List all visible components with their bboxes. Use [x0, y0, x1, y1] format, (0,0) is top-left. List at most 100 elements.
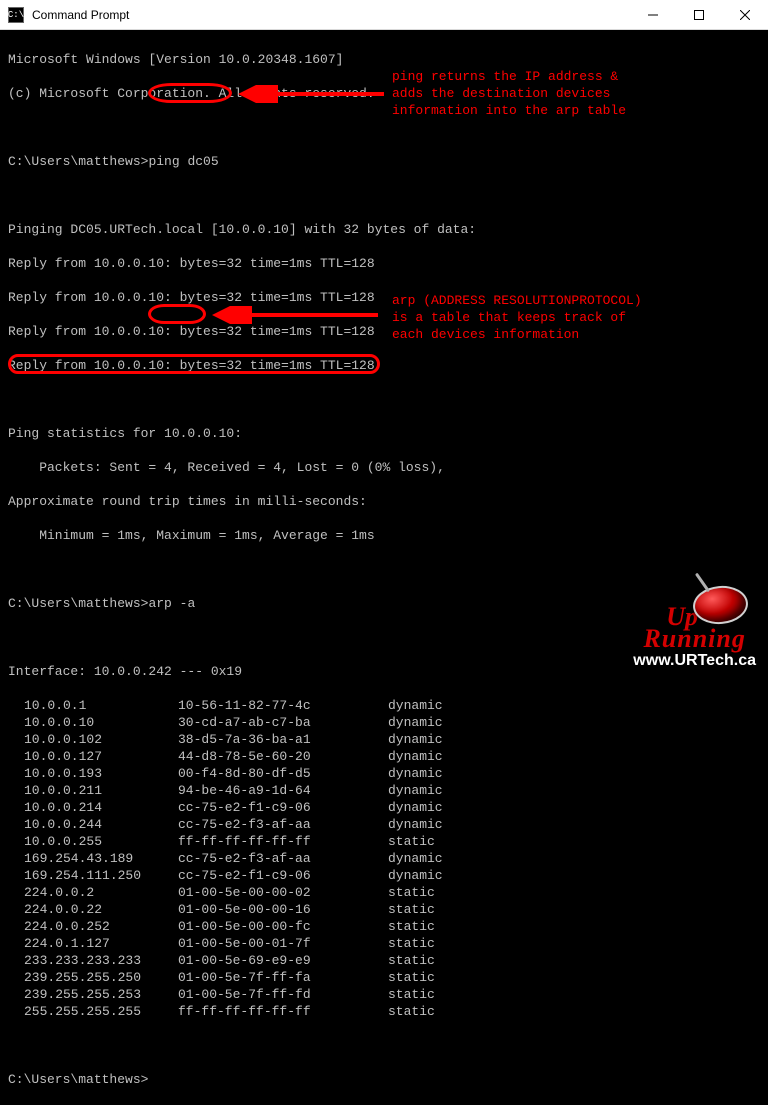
arp-type: dynamic	[388, 867, 443, 884]
window-title: Command Prompt	[32, 8, 129, 22]
arp-annotation: arp (ADDRESS RESOLUTIONPROTOCOL) is a ta…	[392, 292, 642, 343]
arp-table-row: 10.0.0.255ff-ff-ff-ff-ff-ffstatic	[8, 833, 762, 850]
arp-ip: 10.0.0.102	[8, 731, 178, 748]
arp-type: static	[388, 1003, 435, 1020]
arp-table-row: 224.0.0.25201-00-5e-00-00-fcstatic	[8, 918, 762, 935]
arp-table-row: 233.233.233.23301-00-5e-69-e9-e9static	[8, 952, 762, 969]
arp-ip: 239.255.255.250	[8, 969, 178, 986]
arp-mac: 01-00-5e-69-e9-e9	[178, 952, 388, 969]
arp-mac: 38-d5-7a-36-ba-a1	[178, 731, 388, 748]
arp-ip: 233.233.233.233	[8, 952, 178, 969]
arp-type: static	[388, 833, 435, 850]
ping-reply: Reply from 10.0.0.10: bytes=32 time=1ms …	[8, 255, 762, 272]
ping-packets: Packets: Sent = 4, Received = 4, Lost = …	[8, 459, 762, 476]
arp-ip: 10.0.0.1	[8, 697, 178, 714]
arp-type: static	[388, 901, 435, 918]
arp-ip: 10.0.0.255	[8, 833, 178, 850]
ping-annotation: ping returns the IP address & adds the d…	[392, 68, 626, 119]
arp-type: dynamic	[388, 850, 443, 867]
arp-type: dynamic	[388, 714, 443, 731]
ping-reply: Reply from 10.0.0.10: bytes=32 time=1ms …	[8, 323, 762, 340]
arp-mac: cc-75-e2-f3-af-aa	[178, 850, 388, 867]
arp-mac: 44-d8-78-5e-60-20	[178, 748, 388, 765]
final-prompt-line[interactable]: C:\Users\matthews>	[8, 1071, 762, 1088]
arp-ip: 10.0.0.211	[8, 782, 178, 799]
arp-type: dynamic	[388, 731, 443, 748]
prompt: C:\Users\matthews>	[8, 154, 148, 169]
arp-ip: 10.0.0.10	[8, 714, 178, 731]
arp-type: static	[388, 986, 435, 1003]
arp-table-row: 10.0.0.244cc-75-e2-f3-af-aadynamic	[8, 816, 762, 833]
arp-table-row: 10.0.0.12744-d8-78-5e-60-20dynamic	[8, 748, 762, 765]
maximize-button[interactable]	[676, 0, 722, 29]
arp-ip: 10.0.0.214	[8, 799, 178, 816]
arp-mac: 01-00-5e-00-01-7f	[178, 935, 388, 952]
arp-type: dynamic	[388, 799, 443, 816]
ping-rt-header: Approximate round trip times in milli-se…	[8, 493, 762, 510]
arp-type: dynamic	[388, 816, 443, 833]
arp-table-row: 224.0.1.12701-00-5e-00-01-7fstatic	[8, 935, 762, 952]
arp-ip: 169.254.111.250	[8, 867, 178, 884]
prompt: C:\Users\matthews>	[8, 596, 148, 611]
cmd-icon: C:\	[8, 7, 24, 23]
arp-table-row: 169.254.43.189cc-75-e2-f3-af-aadynamic	[8, 850, 762, 867]
terminal-output[interactable]: Microsoft Windows [Version 10.0.20348.16…	[0, 30, 768, 1105]
arp-ip: 239.255.255.253	[8, 986, 178, 1003]
arp-mac: ff-ff-ff-ff-ff-ff	[178, 1003, 388, 1020]
ping-header: Pinging DC05.URTech.local [10.0.0.10] wi…	[8, 221, 762, 238]
ping-reply: Reply from 10.0.0.10: bytes=32 time=1ms …	[8, 357, 762, 374]
arp-mac: 94-be-46-a9-1d-64	[178, 782, 388, 799]
arp-type: dynamic	[388, 782, 443, 799]
arp-mac: 01-00-5e-7f-ff-fa	[178, 969, 388, 986]
arp-interface-line: Interface: 10.0.0.242 --- 0x19	[8, 663, 762, 680]
arp-mac: 01-00-5e-00-00-16	[178, 901, 388, 918]
prompt: C:\Users\matthews>	[8, 1072, 148, 1087]
arp-mac: 30-cd-a7-ab-c7-ba	[178, 714, 388, 731]
arp-table-row: 224.0.0.201-00-5e-00-00-02static	[8, 884, 762, 901]
arp-ip: 224.0.0.22	[8, 901, 178, 918]
arp-table-row: 10.0.0.110-56-11-82-77-4cdynamic	[8, 697, 762, 714]
arp-mac: 01-00-5e-7f-ff-fd	[178, 986, 388, 1003]
arp-mac: cc-75-e2-f3-af-aa	[178, 816, 388, 833]
window-controls	[630, 0, 768, 29]
arp-mac: cc-75-e2-f1-c9-06	[178, 799, 388, 816]
ping-command-line: C:\Users\matthews>ping dc05	[8, 153, 762, 170]
arp-table-row: 224.0.0.2201-00-5e-00-00-16static	[8, 901, 762, 918]
ping-reply: Reply from 10.0.0.10: bytes=32 time=1ms …	[8, 289, 762, 306]
arp-table-row: 255.255.255.255ff-ff-ff-ff-ff-ffstatic	[8, 1003, 762, 1020]
arp-table-row: 239.255.255.25301-00-5e-7f-ff-fdstatic	[8, 986, 762, 1003]
arp-mac: 00-f4-8d-80-df-d5	[178, 765, 388, 782]
arp-type: dynamic	[388, 748, 443, 765]
ping-stats-header: Ping statistics for 10.0.0.10:	[8, 425, 762, 442]
arp-mac: cc-75-e2-f1-c9-06	[178, 867, 388, 884]
os-version-line: Microsoft Windows [Version 10.0.20348.16…	[8, 51, 762, 68]
arp-ip: 10.0.0.193	[8, 765, 178, 782]
arp-type: static	[388, 952, 435, 969]
arp-table-row: 10.0.0.10238-d5-7a-36-ba-a1dynamic	[8, 731, 762, 748]
arp-mac: 01-00-5e-00-00-fc	[178, 918, 388, 935]
arp-type: static	[388, 935, 435, 952]
arp-ip: 10.0.0.127	[8, 748, 178, 765]
minimize-button[interactable]	[630, 0, 676, 29]
copyright-line: (c) Microsoft Corporation. All rights re…	[8, 85, 762, 102]
ping-command: ping dc05	[148, 154, 218, 169]
ping-rt-values: Minimum = 1ms, Maximum = 1ms, Average = …	[8, 527, 762, 544]
arp-ip: 10.0.0.244	[8, 816, 178, 833]
arp-mac: 01-00-5e-00-00-02	[178, 884, 388, 901]
arp-table-row: 169.254.111.250cc-75-e2-f1-c9-06dynamic	[8, 867, 762, 884]
arp-table-row: 10.0.0.19300-f4-8d-80-df-d5dynamic	[8, 765, 762, 782]
arp-type: dynamic	[388, 765, 443, 782]
arp-ip: 255.255.255.255	[8, 1003, 178, 1020]
arp-command: arp -a	[148, 596, 195, 611]
arp-ip: 224.0.0.252	[8, 918, 178, 935]
arp-table-row: 10.0.0.214cc-75-e2-f1-c9-06dynamic	[8, 799, 762, 816]
arp-table-row: 239.255.255.25001-00-5e-7f-ff-fastatic	[8, 969, 762, 986]
arp-table-row: 10.0.0.1030-cd-a7-ab-c7-badynamic	[8, 714, 762, 731]
arp-ip: 224.0.1.127	[8, 935, 178, 952]
arp-type: dynamic	[388, 697, 443, 714]
close-button[interactable]	[722, 0, 768, 29]
arp-type: static	[388, 884, 435, 901]
arp-ip: 224.0.0.2	[8, 884, 178, 901]
arp-type: static	[388, 918, 435, 935]
arp-mac: ff-ff-ff-ff-ff-ff	[178, 833, 388, 850]
